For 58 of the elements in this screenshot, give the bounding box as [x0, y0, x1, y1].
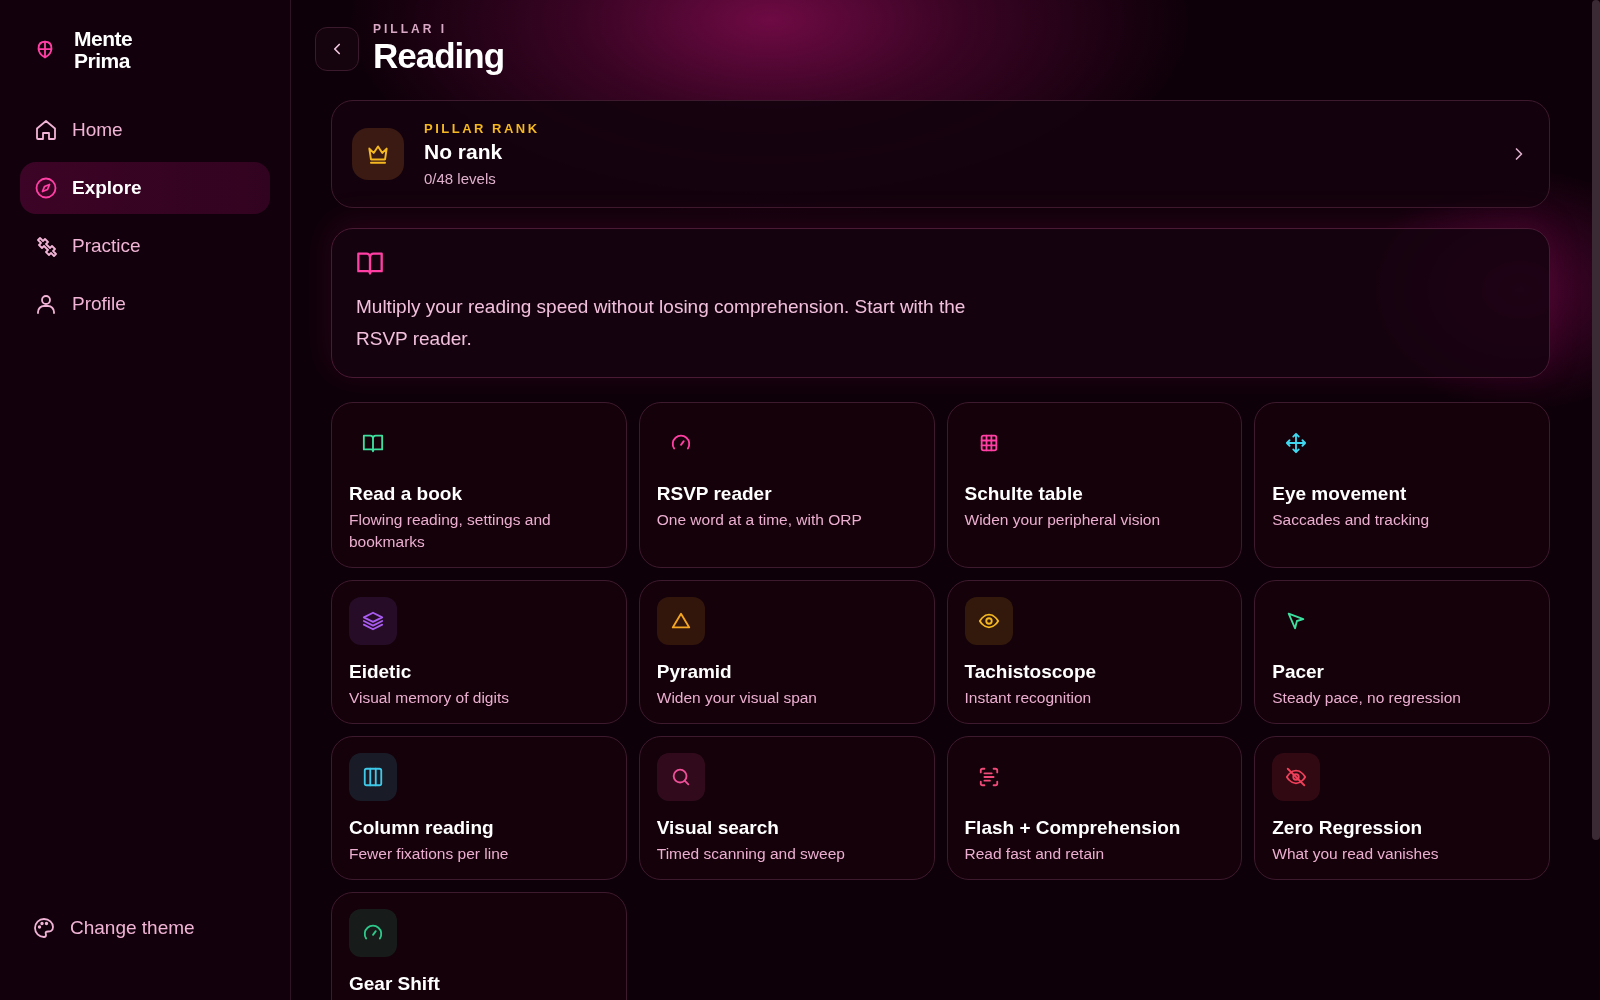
- exercise-title: Column reading: [349, 817, 495, 839]
- exercise-description: Instant recognition: [964, 688, 1093, 708]
- exercise-description: Saccades and tracking: [1272, 510, 1431, 530]
- change-theme-button[interactable]: Change theme: [20, 908, 207, 948]
- exercise-card[interactable]: Zero Regression What you read vanishes: [1254, 736, 1550, 880]
- nav-item[interactable]: Explore: [20, 162, 270, 214]
- nav-item[interactable]: Home: [20, 104, 270, 156]
- exercise-title: Read a book: [349, 483, 463, 505]
- exercise-card[interactable]: Flash + Comprehension Read fast and retain: [946, 736, 1243, 880]
- exercise-description: What you read vanishes: [1272, 844, 1440, 864]
- exercise-card[interactable]: Schulte table Widen your peripheral vision: [946, 402, 1243, 568]
- exercise-title: Pyramid: [656, 661, 733, 683]
- exercise-title: Gear Shift: [349, 973, 441, 995]
- exercise-description: Steady pace, no regression: [1272, 688, 1462, 708]
- home-icon: [34, 118, 58, 142]
- nav-item[interactable]: Profile: [20, 278, 270, 330]
- exercise-card[interactable]: Eye movement Saccades and tracking: [1254, 402, 1550, 568]
- scrollbar[interactable]: [1592, 0, 1600, 840]
- exercise-title: Eidetic: [349, 661, 413, 683]
- exercise-card[interactable]: RSVP reader One word at a time, with ORP: [638, 402, 935, 568]
- exercise-description: Timed scanning and sweep: [656, 844, 846, 864]
- rank-title: No rank: [424, 140, 504, 164]
- exercise-title: Pacer: [1272, 661, 1326, 683]
- exercise-description: One word at a time, with ORP: [656, 510, 863, 530]
- rank-label: PILLAR RANK: [424, 121, 541, 136]
- rank-card[interactable]: PILLAR RANK No rank 0/48 levels: [331, 100, 1550, 208]
- back-button[interactable]: [315, 27, 359, 71]
- exercise-title: RSVP reader: [656, 483, 773, 505]
- levels-count: 0/48 levels: [424, 170, 497, 187]
- exercise-title: Eye movement: [1272, 483, 1408, 505]
- exercise-title: Tachistoscope: [964, 661, 1098, 683]
- compass-icon: [34, 176, 58, 200]
- exercise-card[interactable]: Pyramid Widen your visual span: [638, 580, 935, 724]
- page-title: Reading: [373, 36, 505, 76]
- user-icon: [34, 292, 58, 316]
- exercise-card[interactable]: Gear Shift: [331, 892, 627, 1000]
- exercise-description: Widen your peripheral vision: [964, 510, 1162, 530]
- exercise-description: Flowing reading, settings and bookmarks: [349, 510, 552, 552]
- pillar-label: PILLAR I: [373, 22, 448, 36]
- palette-icon: [32, 916, 56, 940]
- exercise-card[interactable]: Eidetic Visual memory of digits: [331, 580, 627, 724]
- exercise-description: Fewer fixations per line: [349, 844, 510, 864]
- brand-name: Mente Prima: [74, 28, 134, 72]
- exercise-description: Visual memory of digits: [349, 688, 510, 708]
- exercise-title: Flash + Comprehension: [964, 817, 1182, 839]
- exercise-card[interactable]: Visual search Timed scanning and sweep: [638, 736, 935, 880]
- dumbbell-icon: [34, 234, 58, 258]
- exercise-card[interactable]: Column reading Fewer fixations per line: [331, 736, 627, 880]
- exercise-card[interactable]: Pacer Steady pace, no regression: [1254, 580, 1550, 724]
- nav-item[interactable]: Practice: [20, 220, 270, 272]
- intro-text: Multiply your reading speed without losing comprehension. Start with the RSVP reader.: [356, 295, 967, 351]
- exercise-card[interactable]: Tachistoscope Instant recognition: [946, 580, 1243, 724]
- exercise-description: Read fast and retain: [964, 844, 1106, 864]
- exercise-card[interactable]: Read a book Flowing reading, settings and bookmarks: [331, 402, 627, 568]
- exercise-description: Widen your visual span: [656, 688, 818, 708]
- exercise-title: Schulte table: [964, 483, 1084, 505]
- exercise-title: Zero Regression: [1272, 817, 1424, 839]
- exercise-title: Visual search: [656, 817, 780, 839]
